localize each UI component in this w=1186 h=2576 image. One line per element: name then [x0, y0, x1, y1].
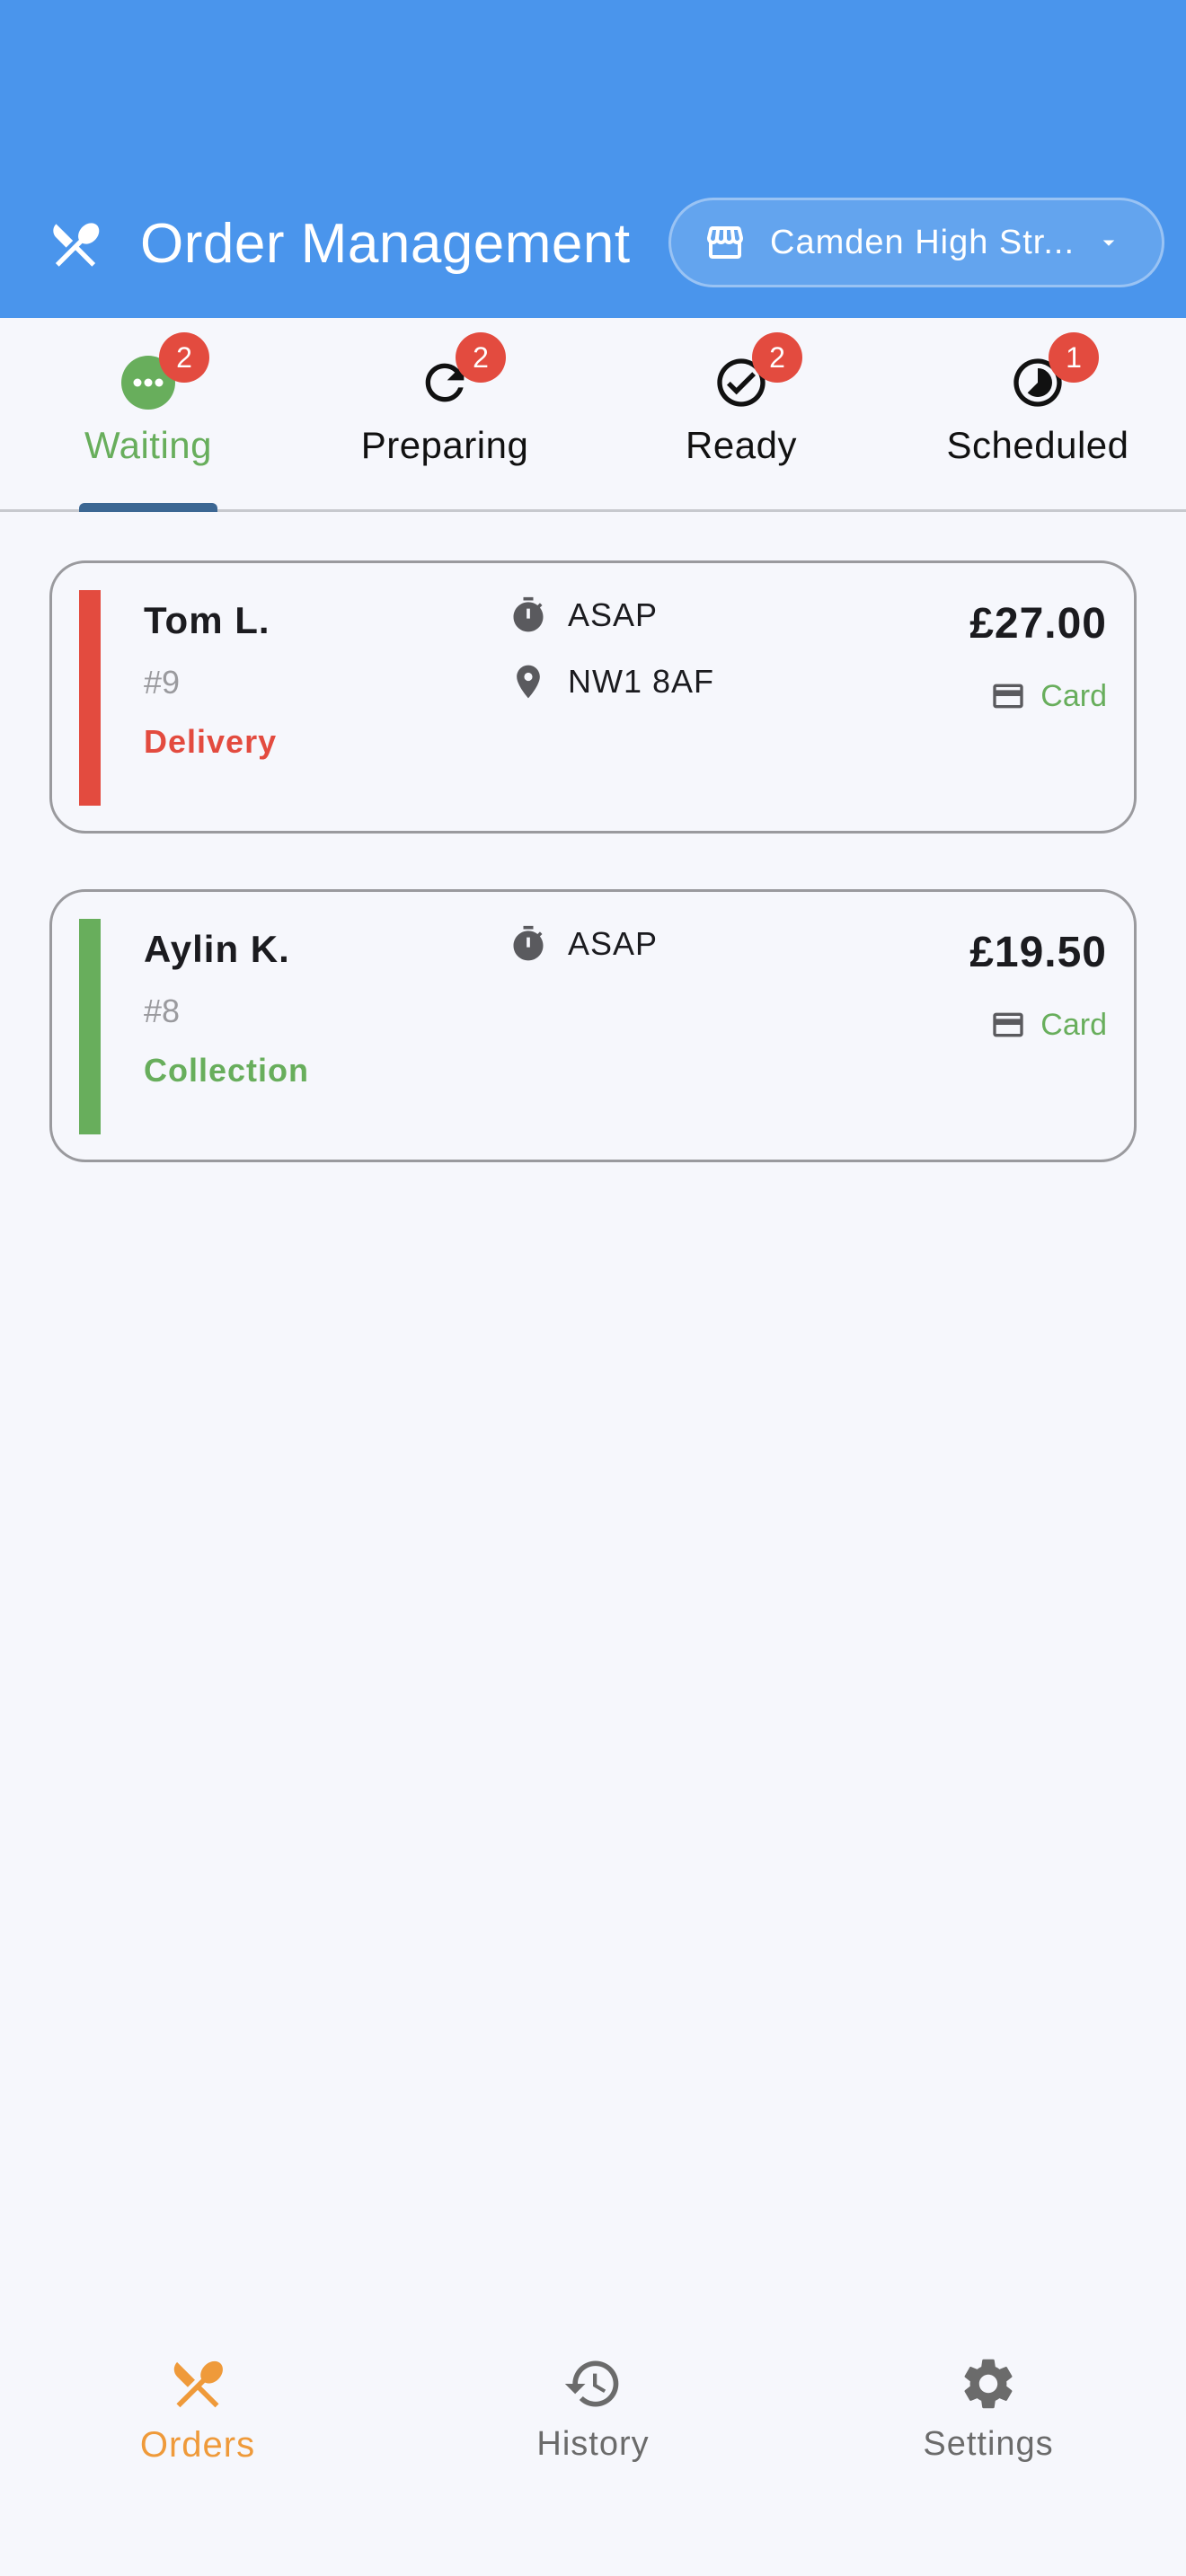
timer-icon [513, 596, 544, 632]
order-type: Delivery [144, 723, 278, 760]
store-icon [707, 226, 743, 259]
tab-badge: 1 [1049, 332, 1099, 383]
credit-card-icon [993, 1012, 1023, 1037]
nav-label: History [536, 2425, 650, 2463]
credit-card-icon [993, 684, 1023, 709]
timer-icon [513, 925, 544, 961]
tab-badge: 2 [752, 332, 802, 383]
payment-method: Card [990, 1007, 1107, 1043]
tab-label: Preparing [360, 424, 529, 466]
store-name: Camden High Str... [770, 223, 1075, 261]
tab-ready[interactable]: 2 Ready [593, 318, 890, 509]
order-time-row: ASAP [509, 924, 658, 964]
nav-history[interactable]: History [395, 2326, 791, 2576]
tab-preparing[interactable]: 2 Preparing [296, 318, 593, 509]
page-title: Order Management [140, 213, 631, 275]
customer-name: Aylin K. [144, 928, 290, 970]
nav-label: Settings [923, 2425, 1054, 2463]
nav-orders[interactable]: Orders [0, 2326, 395, 2576]
app-bar: Order Management Camden High Str... [0, 0, 1186, 318]
cutlery-icon [173, 2360, 223, 2408]
store-selector[interactable]: Camden High Str... [668, 198, 1164, 287]
order-type-stripe [79, 590, 101, 806]
payment-method: Card [990, 678, 1107, 714]
location-pin-icon [517, 665, 540, 699]
order-time-row: ASAP [509, 595, 658, 635]
order-time: ASAP [568, 925, 659, 962]
customer-name: Tom L. [144, 599, 270, 641]
order-price: £19.50 [969, 929, 1107, 976]
tab-badge: 2 [159, 332, 209, 383]
tab-label: Ready [686, 424, 797, 466]
tab-scheduled[interactable]: 1 Scheduled [890, 318, 1186, 509]
order-number: #8 [144, 992, 181, 1029]
tab-label: Scheduled [946, 424, 1129, 466]
order-card[interactable]: Aylin K. #8 Collection ASAP £19.50 Card [49, 889, 1137, 1162]
tab-waiting[interactable]: 2 Waiting [0, 318, 296, 512]
order-location-row: NW1 8AF [509, 662, 714, 701]
history-icon [564, 2360, 619, 2407]
order-list: Tom L. #9 Delivery ASAP NW1 8AF £27.00 C… [49, 560, 1137, 1218]
order-time: ASAP [568, 596, 659, 633]
order-number: #9 [144, 664, 181, 701]
gear-icon [964, 2359, 1013, 2409]
order-status-tabs: 2 Waiting 2 Preparing 2 Ready 1 Schedule… [0, 318, 1186, 512]
nav-settings[interactable]: Settings [791, 2326, 1186, 2576]
payment-label: Card [1040, 1007, 1107, 1042]
order-card[interactable]: Tom L. #9 Delivery ASAP NW1 8AF £27.00 C… [49, 560, 1137, 834]
order-type: Collection [144, 1052, 310, 1089]
payment-label: Card [1040, 678, 1107, 713]
bottom-navigation: Orders History Settings [0, 2326, 1186, 2576]
active-tab-indicator [79, 503, 217, 512]
order-price: £27.00 [969, 600, 1107, 648]
cutlery-icon [53, 223, 100, 267]
tab-badge: 2 [456, 332, 506, 383]
tab-label: Waiting [84, 424, 212, 466]
order-type-stripe [79, 919, 101, 1134]
nav-label: Orders [139, 2425, 256, 2465]
order-postcode: NW1 8AF [568, 663, 715, 700]
caret-down-icon [1102, 240, 1115, 246]
